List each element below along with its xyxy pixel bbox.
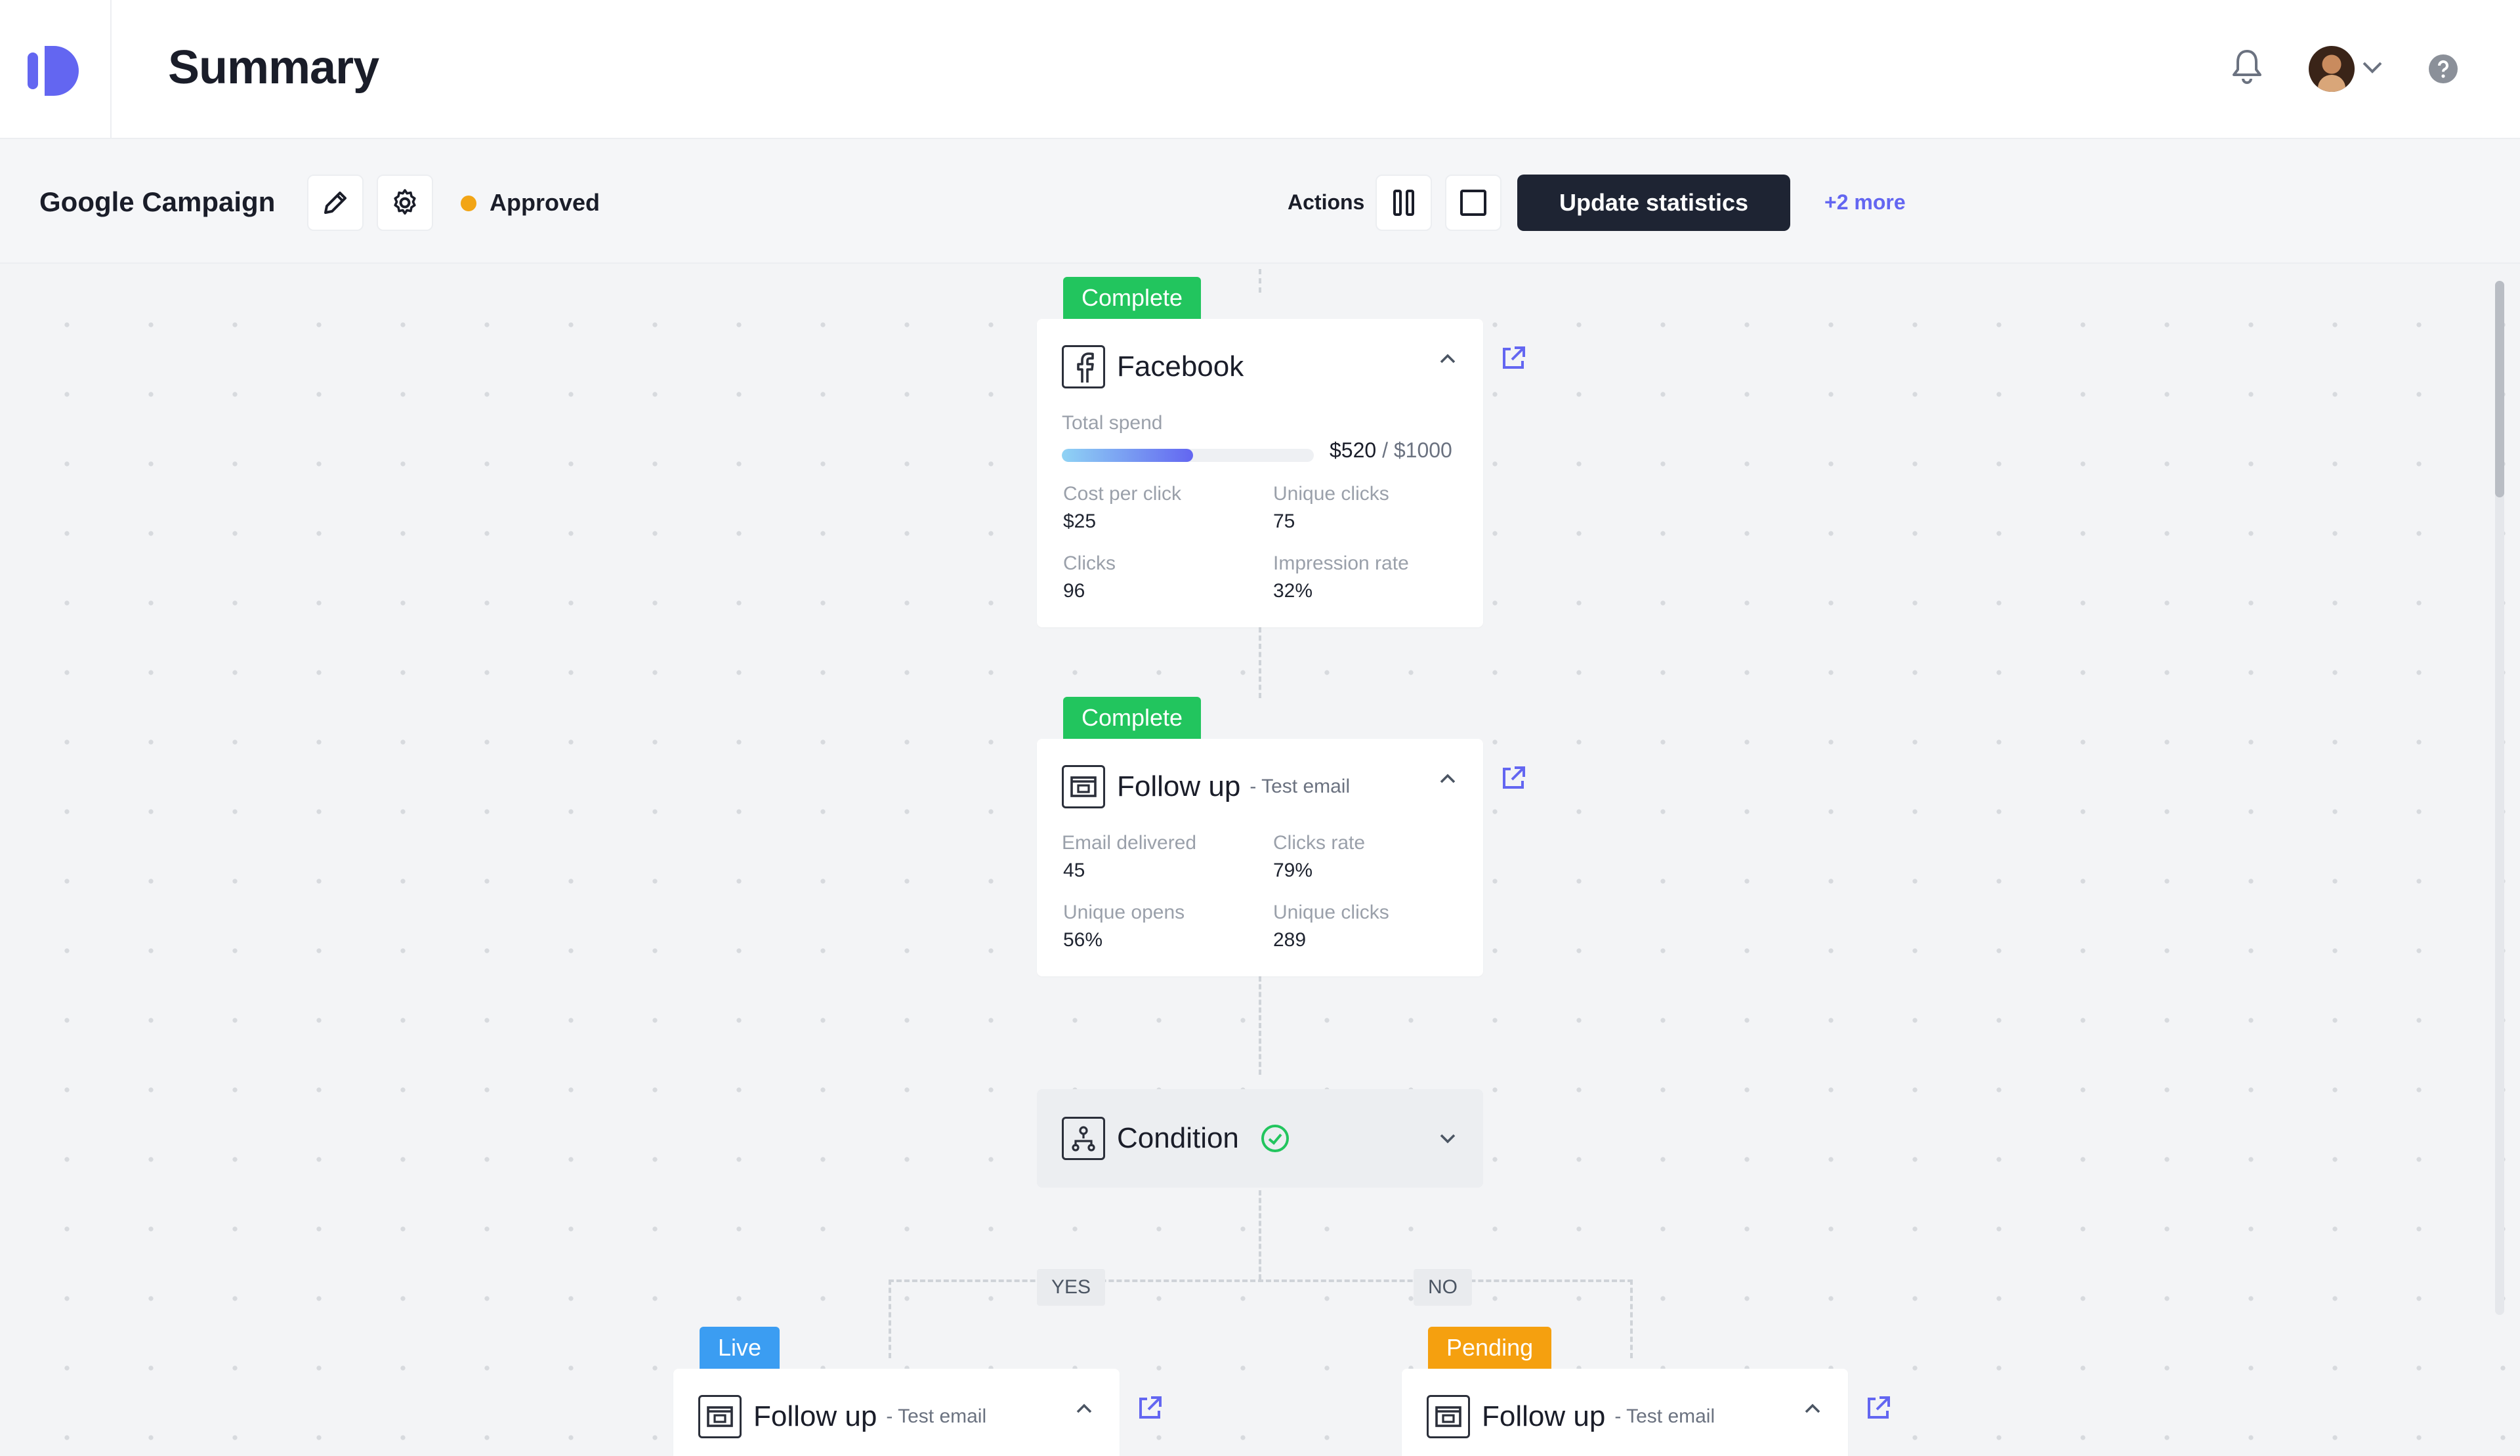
connector-line — [1259, 976, 1261, 1075]
spend-value: $520 / $1000 — [1330, 438, 1452, 463]
card-header: Follow up - Test email — [1427, 1395, 1715, 1438]
update-statistics-button[interactable]: Update statistics — [1517, 175, 1790, 231]
card-header: Condition — [1062, 1117, 1290, 1160]
connector-line — [1259, 1190, 1261, 1279]
no-follow-up-card[interactable]: Follow up - Test email — [1402, 1369, 1848, 1456]
status-badge: Approved — [490, 189, 600, 216]
metric-label: Cost per click — [1063, 483, 1182, 505]
help-icon[interactable] — [2428, 54, 2458, 84]
status-badge-complete: Complete — [1063, 277, 1202, 319]
external-link-icon[interactable] — [1864, 1394, 1893, 1423]
card-title: Condition — [1117, 1122, 1239, 1154]
connector-line — [889, 1279, 891, 1358]
metric-value: $25 — [1063, 510, 1097, 532]
card-subtitle: - Test email — [886, 1405, 987, 1427]
avatar[interactable] — [2309, 46, 2355, 92]
top-bar: Summary — [0, 0, 2520, 139]
scroll-thumb[interactable] — [2495, 281, 2504, 497]
card-header: Follow up - Test email — [1062, 765, 1350, 808]
metric-value: 289 — [1273, 929, 1307, 951]
external-link-icon[interactable] — [1499, 764, 1528, 793]
card-subtitle: - Test email — [1614, 1405, 1715, 1427]
status-badge-live: Live — [700, 1327, 780, 1369]
actions-label: Actions — [1288, 190, 1365, 214]
metric-value: 56% — [1063, 929, 1103, 951]
card-title: Follow up — [1482, 1400, 1606, 1432]
metric-label: Email delivered — [1062, 832, 1197, 854]
chevron-up-icon[interactable] — [1075, 1403, 1093, 1415]
connector-line — [889, 1279, 1633, 1282]
spend-progress-fill — [1062, 449, 1193, 462]
logo-cell[interactable] — [0, 0, 112, 139]
email-icon — [698, 1395, 742, 1438]
metric-label: Unique opens — [1063, 902, 1185, 923]
pause-icon — [1393, 190, 1414, 216]
chevron-up-icon[interactable] — [1438, 773, 1457, 785]
condition-card[interactable]: Condition — [1037, 1089, 1483, 1188]
connector-line — [1259, 627, 1261, 698]
chevron-up-icon[interactable] — [1438, 353, 1457, 365]
condition-icon — [1062, 1117, 1105, 1160]
card-title: Follow up — [1117, 770, 1241, 802]
branch-label-yes: YES — [1037, 1269, 1106, 1306]
connector-line — [1259, 269, 1261, 293]
chevron-down-icon[interactable] — [1438, 1133, 1457, 1144]
gear-icon — [394, 189, 416, 215]
vertical-scrollbar[interactable] — [2495, 281, 2504, 1315]
external-link-icon[interactable] — [1135, 1394, 1164, 1423]
spend-total: / $1000 — [1376, 438, 1452, 462]
metric-label: Unique clicks — [1273, 483, 1389, 505]
metric-value: 45 — [1063, 860, 1085, 881]
app-logo[interactable] — [26, 41, 85, 100]
facebook-icon — [1062, 345, 1105, 388]
spend-progress-bar — [1062, 449, 1314, 462]
spend-amount: $520 — [1330, 438, 1377, 462]
metric-label: Clicks rate — [1273, 832, 1366, 854]
campaign-toolbar: Google Campaign Approved Actions Update … — [0, 139, 2520, 264]
external-link-icon[interactable] — [1499, 344, 1528, 373]
metric-value: 32% — [1273, 580, 1313, 602]
email-icon — [1062, 765, 1105, 808]
card-header: Facebook — [1062, 345, 1244, 388]
edit-button[interactable] — [307, 175, 364, 231]
metric-value: 79% — [1273, 860, 1313, 881]
email-icon — [1427, 1395, 1470, 1438]
card-title: Facebook — [1117, 350, 1244, 383]
status-badge-pending: Pending — [1428, 1327, 1552, 1369]
settings-button[interactable] — [377, 175, 433, 231]
page-title: Summary — [168, 41, 379, 94]
yes-follow-up-card[interactable]: Follow up - Test email — [673, 1369, 1120, 1456]
branch-label-no: NO — [1414, 1269, 1472, 1306]
metric-label: Clicks — [1063, 552, 1116, 574]
metric-label: Unique clicks — [1273, 902, 1389, 923]
status-dot — [461, 196, 476, 211]
metric-label: Impression rate — [1273, 552, 1409, 574]
check-circle-icon — [1261, 1125, 1289, 1152]
chevron-down-icon[interactable] — [2361, 60, 2384, 75]
card-header: Follow up - Test email — [698, 1395, 986, 1438]
stop-button[interactable] — [1445, 175, 1502, 231]
more-actions-link[interactable]: +2 more — [1824, 190, 1906, 215]
follow-up-card[interactable]: Follow up - Test email Email delivered 4… — [1037, 739, 1483, 976]
total-spend-label: Total spend — [1062, 412, 1163, 434]
connector-line — [1630, 1279, 1633, 1358]
pause-button[interactable] — [1376, 175, 1432, 231]
bell-icon[interactable] — [2230, 47, 2264, 87]
facebook-card[interactable]: Facebook Total spend $520 / $1000 Cost p… — [1037, 319, 1483, 627]
metric-value: 75 — [1273, 510, 1295, 532]
chevron-up-icon[interactable] — [1803, 1403, 1822, 1415]
status-badge-complete: Complete — [1063, 697, 1202, 739]
metric-value: 96 — [1063, 580, 1085, 602]
campaign-name: Google Campaign — [39, 186, 276, 217]
pencil-icon — [324, 192, 346, 214]
card-title: Follow up — [753, 1400, 877, 1432]
stop-icon — [1460, 190, 1486, 216]
card-subtitle: - Test email — [1250, 776, 1351, 797]
